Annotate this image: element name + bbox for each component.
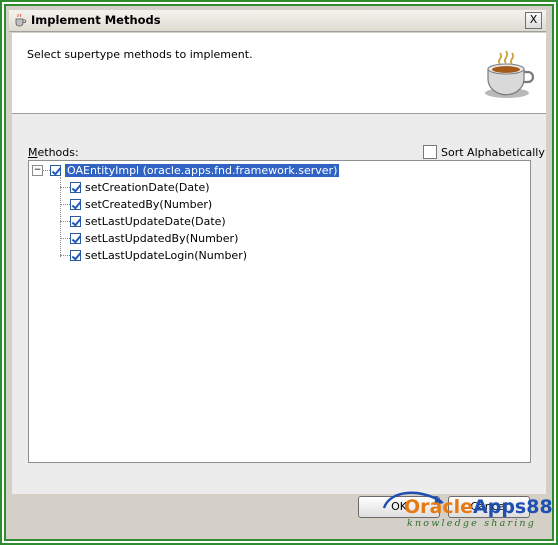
method-label: setCreationDate(Date) (85, 180, 210, 194)
methods-label-mnemonic: M (28, 146, 38, 159)
method-item[interactable]: setLastUpdateLogin(Number) (70, 247, 247, 263)
watermark-brand-a: Oracle (404, 496, 474, 518)
header-description: Select supertype methods to implement. (27, 48, 253, 61)
close-icon: X (529, 13, 538, 26)
method-label: setLastUpdateDate(Date) (85, 214, 226, 228)
root-node-label: OAEntityImpl (oracle.apps.fnd.framework.… (63, 162, 341, 178)
sort-checkbox-box[interactable] (423, 145, 437, 159)
method-checkbox[interactable] (70, 215, 81, 227)
title-bar[interactable]: Implement Methods X (9, 10, 546, 32)
methods-label: Methods: (28, 146, 79, 159)
tree-connector (60, 177, 61, 257)
tree-connector (60, 187, 70, 188)
collapse-icon[interactable]: − (32, 165, 43, 176)
method-checkbox[interactable] (70, 249, 81, 261)
method-item[interactable]: setLastUpdateDate(Date) (70, 213, 226, 229)
tree-connector (60, 255, 70, 256)
method-label: setCreatedBy(Number) (85, 197, 213, 211)
method-label: setLastUpdateLogin(Number) (85, 248, 248, 262)
tree-root-node[interactable]: OAEntityImpl (oracle.apps.fnd.framework.… (50, 162, 341, 178)
method-checkbox[interactable] (70, 232, 81, 244)
watermark-logo: OracleApps88 (404, 496, 553, 518)
watermark-brand-b: Apps88 (473, 496, 553, 518)
methods-label-text: ethods: (37, 146, 79, 159)
watermark-tagline: knowledge sharing (407, 518, 537, 529)
method-label: setLastUpdatedBy(Number) (85, 231, 239, 245)
method-item[interactable]: setCreationDate(Date) (70, 179, 210, 195)
java-cup-icon (15, 13, 27, 27)
dialog-header: Select supertype methods to implement. (12, 33, 546, 114)
method-checkbox[interactable] (70, 181, 81, 193)
tree-connector (60, 204, 70, 205)
window-title: Implement Methods (31, 13, 161, 27)
root-checkbox[interactable] (50, 164, 61, 176)
method-item[interactable]: setCreatedBy(Number) (70, 196, 212, 212)
sort-alphabetically-checkbox[interactable]: Sort Alphabetically (423, 145, 545, 159)
method-item[interactable]: setLastUpdatedBy(Number) (70, 230, 238, 246)
method-checkbox[interactable] (70, 198, 81, 210)
java-coffee-cup-icon (485, 50, 535, 98)
tree-connector (60, 221, 70, 222)
close-button[interactable]: X (525, 12, 542, 29)
sort-alphabetically-label: Sort Alphabetically (441, 145, 545, 159)
tree-connector (60, 238, 70, 239)
